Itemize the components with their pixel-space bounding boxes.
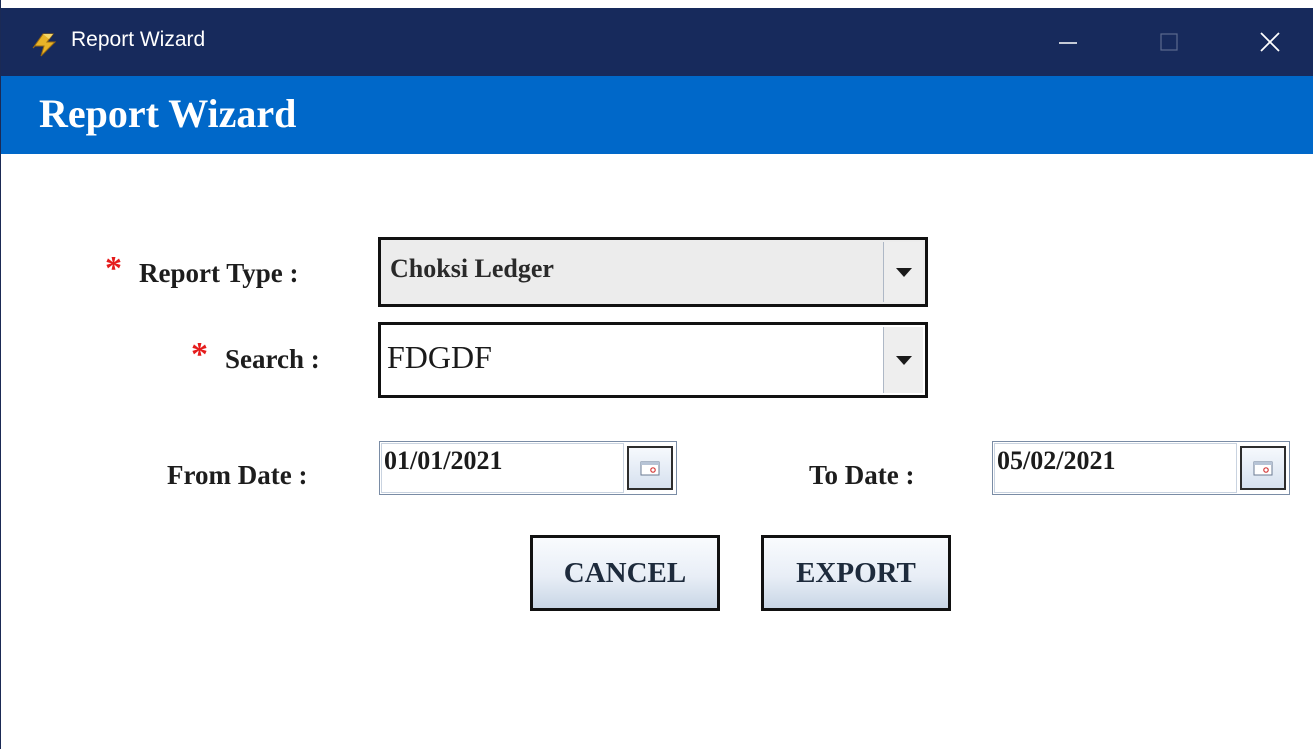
close-button[interactable] — [1235, 8, 1305, 76]
window-title: Report Wizard — [71, 28, 206, 51]
header-banner: Report Wizard — [1, 76, 1313, 154]
banner-title: Report Wizard — [39, 91, 297, 136]
to-date-value[interactable]: 05/02/2021 — [997, 446, 1115, 476]
report-type-value: Choksi Ledger — [390, 254, 554, 283]
search-combo[interactable] — [378, 322, 928, 398]
from-date-value[interactable]: 01/01/2021 — [384, 446, 502, 476]
app-icon — [32, 33, 57, 57]
report-wizard-window: Report Wizard Report Wizard * Report Typ… — [0, 0, 1313, 749]
close-icon — [1260, 32, 1280, 52]
required-mark: * — [191, 336, 208, 373]
cancel-button[interactable]: CANCEL — [530, 535, 720, 611]
search-input[interactable] — [387, 335, 867, 379]
report-type-select[interactable]: Choksi Ledger — [378, 237, 928, 307]
minimize-icon — [1059, 42, 1077, 44]
chevron-down-icon — [895, 356, 912, 365]
maximize-button — [1134, 8, 1204, 76]
search-dropdown-button[interactable] — [883, 327, 923, 393]
maximize-icon — [1160, 33, 1178, 51]
search-label: Search : — [225, 344, 320, 374]
title-bar[interactable]: Report Wizard — [1, 8, 1313, 76]
to-date-label: To Date : — [809, 460, 915, 490]
calendar-icon — [640, 461, 660, 476]
report-type-dropdown-button[interactable] — [883, 242, 923, 302]
minimize-button[interactable] — [1033, 8, 1103, 76]
to-date-calendar-button[interactable] — [1240, 446, 1286, 490]
required-mark: * — [105, 250, 122, 287]
calendar-icon — [1253, 461, 1273, 476]
export-button[interactable]: EXPORT — [761, 535, 951, 611]
report-type-label: Report Type : — [139, 258, 299, 288]
from-date-label: From Date : — [167, 460, 308, 490]
from-date-calendar-button[interactable] — [627, 446, 673, 490]
chevron-down-icon — [895, 268, 912, 277]
